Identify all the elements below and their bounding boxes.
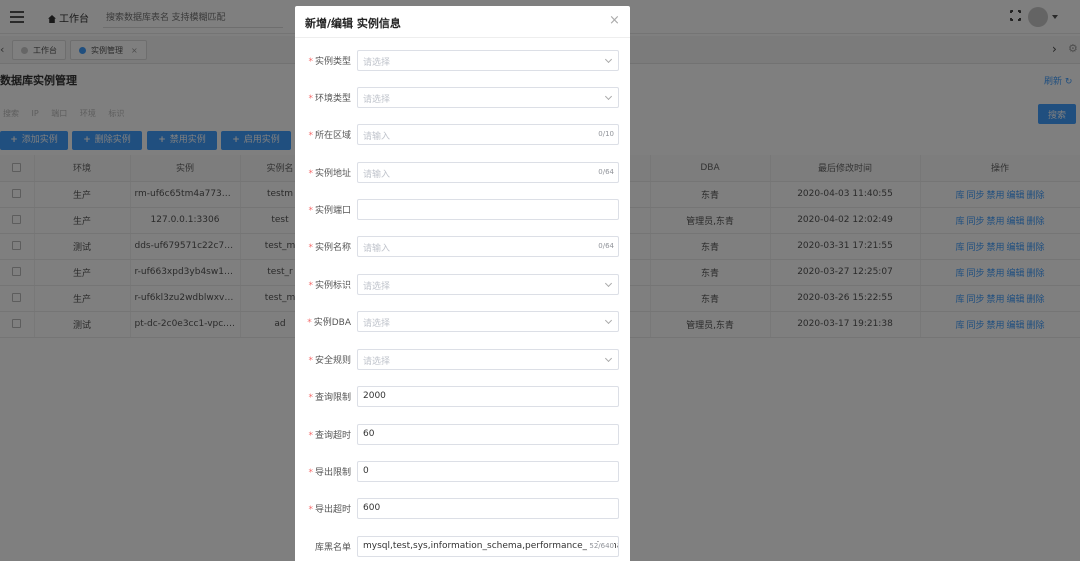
field-label: * 实例DBA	[295, 315, 351, 328]
field-label-text: 实例DBA	[313, 318, 351, 328]
field-value: 0	[363, 466, 369, 476]
field-label: * 查询超时	[295, 428, 351, 441]
chevron-down-icon	[604, 354, 613, 363]
select-field[interactable]: 请选择	[357, 311, 619, 332]
required-marker: *	[308, 356, 313, 366]
field-label-text: 查询超时	[314, 431, 351, 441]
field-label-text: 导出限制	[314, 468, 351, 478]
required-marker: *	[307, 318, 312, 328]
form-row: * 实例DBA 请选择	[295, 311, 630, 333]
close-icon[interactable]: ×	[609, 14, 620, 27]
field-label: * 实例名称	[295, 240, 351, 253]
chevron-down-icon	[604, 316, 613, 325]
field-label-text: 实例地址	[314, 169, 351, 179]
field-placeholder: 请输入	[363, 244, 391, 254]
required-marker: *	[308, 505, 313, 515]
chevron-down-icon	[604, 92, 613, 101]
field-label-text: 导出超时	[314, 505, 351, 515]
field-placeholder: 请选择	[363, 58, 391, 68]
field-label-text: 实例端口	[314, 206, 351, 216]
required-marker: *	[308, 281, 313, 291]
dialog-title: 新增/编辑 实例信息	[305, 17, 401, 30]
required-marker: *	[308, 431, 313, 441]
field-label-text: 库黑名单	[314, 543, 351, 553]
field-placeholder: 请输入	[363, 170, 391, 180]
form-row: * 查询限制 2000	[295, 386, 630, 408]
field-label: * 查询限制	[295, 390, 351, 403]
required-marker: *	[308, 94, 313, 104]
field-label-text: 查询限制	[314, 393, 351, 403]
instance-dialog: 新增/编辑 实例信息 × * 实例类型 请选择 * 环境类型 请选择 * 所在区域 请输入 0/1…	[295, 6, 630, 561]
field-label: * 实例标识	[295, 278, 351, 291]
select-field[interactable]: 请选择	[357, 274, 619, 295]
form-row: * 实例端口	[295, 199, 630, 221]
field-label: * 实例端口	[295, 203, 351, 216]
form-row: * 实例标识 请选择	[295, 274, 630, 296]
char-count: 0/10	[596, 130, 614, 138]
field-placeholder: 请选择	[363, 319, 391, 329]
field-value: 60	[363, 429, 375, 439]
form-row: * 导出超时 600	[295, 498, 630, 520]
char-count: 0/64	[596, 168, 614, 176]
field-placeholder: 请选择	[363, 282, 391, 292]
field-label: * 实例地址	[295, 166, 351, 179]
field-label: * 安全规则	[295, 353, 351, 366]
field-placeholder: 请选择	[363, 357, 391, 367]
input-field[interactable]: 请输入 0/64	[357, 162, 619, 183]
field-label: * 环境类型	[295, 91, 351, 104]
field-value: 2000	[363, 391, 386, 401]
input-field[interactable]: 请输入 0/10	[357, 124, 619, 145]
form-row: * 导出限制 0	[295, 461, 630, 483]
char-count: 52/640	[587, 542, 614, 550]
form-row: * 查询超时 60	[295, 424, 630, 446]
form-row: * 实例类型 请选择	[295, 50, 630, 72]
field-label: * 导出限制	[295, 465, 351, 478]
field-label: * 实例类型	[295, 54, 351, 67]
field-label-text: 安全规则	[314, 356, 351, 366]
form-row: * 安全规则 请选择	[295, 349, 630, 371]
input-field[interactable]: 60	[357, 424, 619, 445]
input-field[interactable]: 600	[357, 498, 619, 519]
field-label-text: 实例类型	[314, 57, 351, 67]
field-label: * 所在区域	[295, 128, 351, 141]
required-marker: *	[308, 243, 313, 253]
field-value: 600	[363, 503, 381, 513]
char-count: 0/64	[596, 242, 614, 250]
field-label-text: 所在区域	[314, 131, 351, 141]
field-label-text: 环境类型	[314, 94, 351, 104]
required-marker: *	[308, 206, 313, 216]
field-label: 库黑名单	[295, 540, 351, 553]
required-marker: *	[308, 169, 313, 179]
required-marker: *	[308, 468, 313, 478]
form-row: * 实例地址 请输入 0/64	[295, 162, 630, 184]
input-field[interactable]	[357, 199, 619, 220]
form-row: 库黑名单 mysql,test,sys,information_schema,pe…	[295, 536, 630, 558]
input-field[interactable]: 请输入 0/64	[357, 236, 619, 257]
form-row: * 所在区域 请输入 0/10	[295, 124, 630, 146]
input-field[interactable]: 0	[357, 461, 619, 482]
select-field[interactable]: 请选择	[357, 87, 619, 108]
select-field[interactable]: 请选择	[357, 50, 619, 71]
field-label-text: 实例名称	[314, 243, 351, 253]
form-row: * 实例名称 请输入 0/64	[295, 236, 630, 258]
input-field[interactable]: mysql,test,sys,information_schema,perfor…	[357, 536, 619, 557]
field-label: * 导出超时	[295, 502, 351, 515]
field-placeholder: 请选择	[363, 95, 391, 105]
field-label-text: 实例标识	[314, 281, 351, 291]
required-marker: *	[308, 393, 313, 403]
required-marker: *	[308, 57, 313, 67]
chevron-down-icon	[604, 55, 613, 64]
chevron-down-icon	[604, 279, 613, 288]
field-value: mysql,test,sys,information_schema,perfor…	[363, 541, 619, 551]
select-field[interactable]: 请选择	[357, 349, 619, 370]
form-row: * 环境类型 请选择	[295, 87, 630, 109]
input-field[interactable]: 2000	[357, 386, 619, 407]
field-placeholder: 请输入	[363, 132, 391, 142]
dialog-header: 新增/编辑 实例信息 ×	[295, 6, 630, 38]
required-marker: *	[308, 131, 313, 141]
